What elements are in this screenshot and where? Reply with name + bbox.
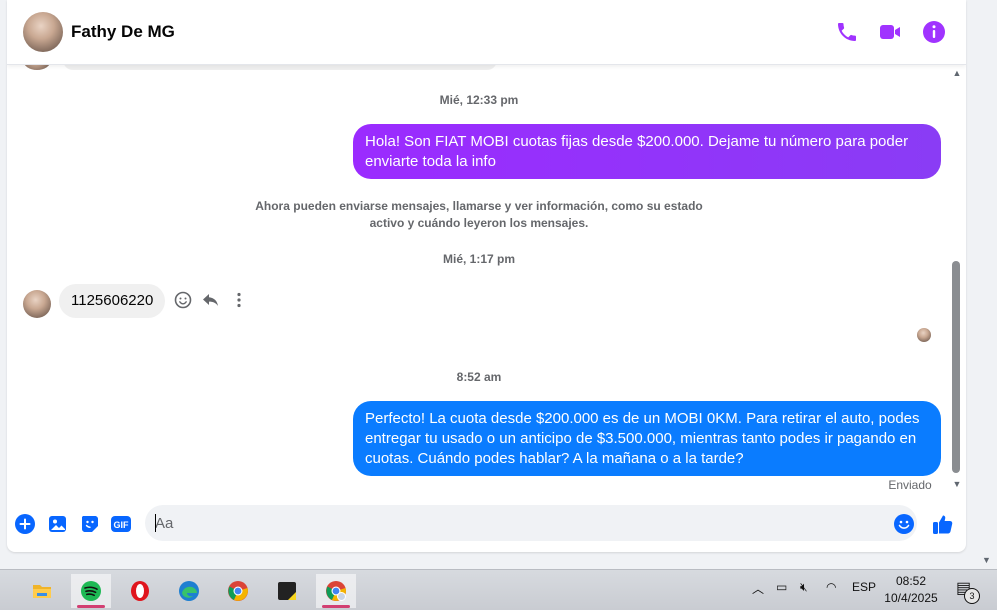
reply-icon[interactable] bbox=[201, 290, 221, 310]
active-app-indicator bbox=[322, 605, 350, 608]
incoming-message[interactable]: 1125606220 bbox=[59, 284, 166, 318]
clock-date: 10/4/2025 bbox=[884, 591, 938, 605]
windows-taskbar: ︿ ▭ 🔇︎ ◠ ESP 08:52 10/4/2025 ▤ 3 bbox=[0, 569, 997, 610]
sticker-icon[interactable] bbox=[79, 513, 101, 535]
timestamp: Mié, 1:17 pm bbox=[442, 252, 516, 266]
wifi-icon[interactable]: ◠ bbox=[826, 580, 836, 594]
opera-icon[interactable] bbox=[120, 574, 160, 608]
message-list[interactable]: Mié, 12:33 pm Hola! Son FIAT MOBI cuotas… bbox=[7, 50, 951, 494]
contact-name[interactable]: Fathy De MG bbox=[71, 22, 175, 42]
outgoing-message[interactable]: Hola! Son FIAT MOBI cuotas fijas desde $… bbox=[353, 124, 941, 179]
clock-time: 08:52 bbox=[895, 574, 927, 588]
info-icon[interactable] bbox=[922, 20, 946, 44]
battery-icon[interactable]: ▭ bbox=[776, 580, 787, 594]
chat-window: Fathy De MG Mié, 12:33 pm Hola! Son FIAT… bbox=[7, 0, 966, 552]
message-input[interactable] bbox=[145, 505, 917, 541]
emoji-icon[interactable] bbox=[893, 513, 915, 535]
like-icon[interactable] bbox=[932, 513, 954, 535]
image-icon[interactable] bbox=[47, 513, 69, 535]
language-indicator[interactable]: ESP bbox=[852, 580, 876, 594]
chrome-profile-icon[interactable] bbox=[316, 574, 356, 608]
file-explorer-icon[interactable] bbox=[22, 574, 62, 608]
message-status: Enviado bbox=[888, 478, 932, 492]
edge-icon[interactable] bbox=[169, 574, 209, 608]
taskbar-app-partial[interactable] bbox=[0, 574, 10, 608]
video-camera-icon[interactable] bbox=[878, 20, 902, 44]
timestamp: Mié, 12:33 pm bbox=[439, 93, 519, 107]
show-hidden-icons-icon[interactable]: ︿ bbox=[752, 580, 764, 597]
scroll-down-icon[interactable]: ▼ bbox=[951, 479, 963, 489]
system-note-line: Ahora pueden enviarse mensajes, llamarse… bbox=[255, 199, 703, 213]
active-app-indicator bbox=[77, 605, 105, 608]
sticky-notes-icon[interactable] bbox=[267, 574, 307, 608]
seen-indicator-avatar bbox=[917, 328, 931, 342]
volume-muted-icon[interactable]: 🔇︎ bbox=[800, 580, 808, 595]
page-scroll-down-icon[interactable]: ▼ bbox=[982, 555, 991, 565]
chrome-icon[interactable] bbox=[218, 574, 258, 608]
react-emoji-icon[interactable] bbox=[173, 290, 193, 310]
scrollbar-thumb[interactable] bbox=[952, 261, 960, 473]
notification-count-badge: 3 bbox=[964, 588, 980, 604]
taskbar-clock[interactable]: 08:52 10/4/2025 bbox=[878, 573, 944, 607]
spotify-icon[interactable] bbox=[71, 574, 111, 608]
gif-icon[interactable]: GIF bbox=[110, 513, 132, 535]
scroll-up-icon[interactable]: ▲ bbox=[951, 68, 963, 78]
more-options-icon[interactable] bbox=[229, 290, 249, 310]
system-note-line: activo y cuándo leyeron los mensajes. bbox=[369, 216, 589, 230]
timestamp: 8:52 am bbox=[456, 370, 502, 384]
gif-label: GIF bbox=[114, 520, 130, 530]
sender-avatar[interactable] bbox=[23, 290, 51, 318]
system-note: Ahora pueden enviarse mensajes, llamarse… bbox=[229, 198, 729, 232]
outgoing-message[interactable]: Perfecto! La cuota desde $200.000 es de … bbox=[353, 401, 941, 476]
chat-header: Fathy De MG bbox=[7, 0, 966, 65]
message-composer: GIF bbox=[7, 500, 966, 548]
text-caret bbox=[155, 514, 156, 532]
contact-avatar[interactable] bbox=[23, 12, 63, 52]
plus-icon[interactable] bbox=[14, 513, 36, 535]
phone-icon[interactable] bbox=[835, 20, 859, 44]
